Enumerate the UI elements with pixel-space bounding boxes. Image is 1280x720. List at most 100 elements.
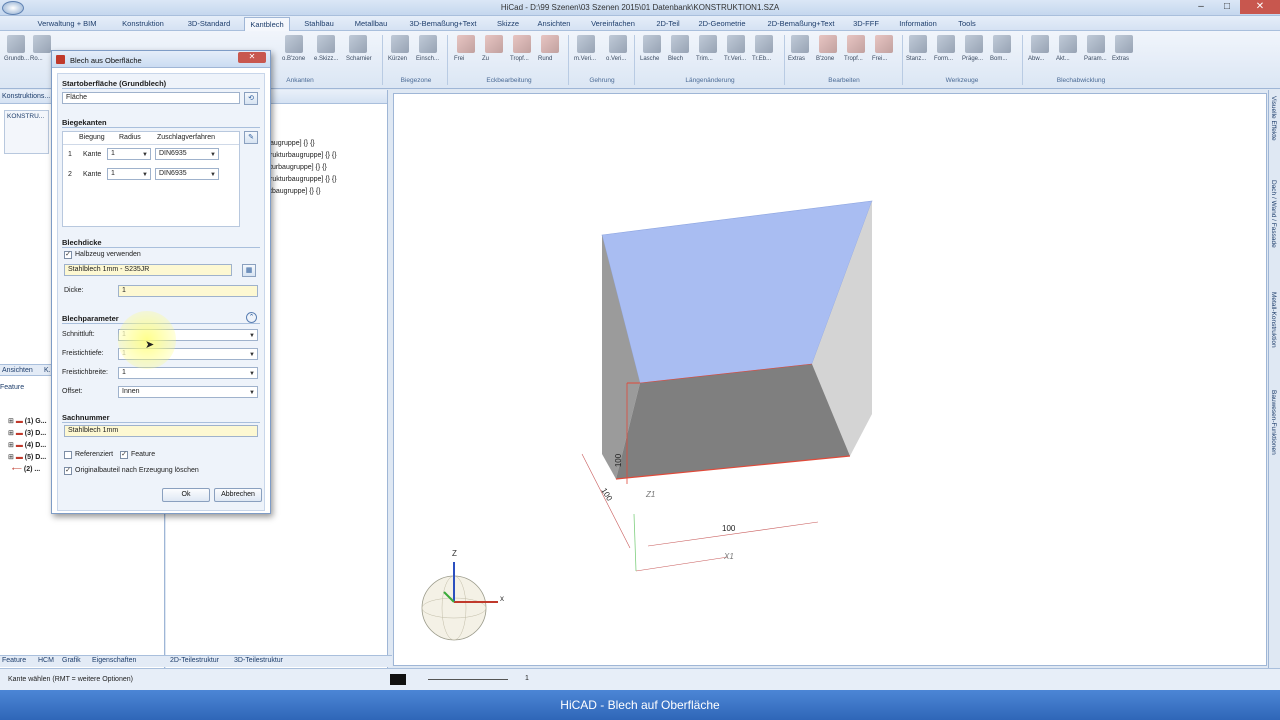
radius-dropdown[interactable]: 1 ▼ bbox=[107, 148, 151, 160]
tab-verwaltung[interactable]: Verwaltung + BIM bbox=[28, 17, 106, 31]
ribbon-button-eskizze[interactable]: e.Skizz... bbox=[314, 35, 338, 62]
tree-item[interactable]: ⊞ ▬ (4) D... bbox=[8, 441, 46, 449]
tab-stahlbau[interactable]: Stahlbau bbox=[296, 17, 342, 31]
line-style-preview[interactable] bbox=[428, 679, 508, 680]
tab-vereinfachen[interactable]: Vereinfachen bbox=[582, 17, 644, 31]
tab-information[interactable]: Information bbox=[890, 17, 946, 31]
offset-dropdown[interactable]: Innen ▼ bbox=[118, 386, 258, 398]
feature-checkbox[interactable]: ✓ bbox=[120, 451, 128, 459]
offset-label: Offset: bbox=[62, 388, 83, 395]
section-blechdicke: Blechdicke bbox=[62, 238, 102, 247]
tree-item[interactable]: ⊞ ▬ (5) D... bbox=[8, 453, 46, 461]
ribbon-button-obzone[interactable]: o.B'zone bbox=[282, 35, 306, 62]
ribbon-button-param[interactable]: Param... bbox=[1084, 35, 1108, 62]
ribbon-button-extras2[interactable]: Extras bbox=[1112, 35, 1136, 62]
tab-skizze[interactable]: Skizze bbox=[490, 17, 526, 31]
semi-finished-field[interactable]: Stahlblech 1mm - S235JR bbox=[64, 264, 232, 276]
konstruktion-tab[interactable]: KONSTRU... bbox=[4, 110, 49, 154]
ribbon-button-rund[interactable]: Rund bbox=[538, 35, 562, 62]
ok-button[interactable]: Ok bbox=[162, 488, 210, 502]
ribbon-button-form[interactable]: Form... bbox=[934, 35, 958, 62]
tab-metallbau[interactable]: Metallbau bbox=[346, 17, 396, 31]
ribbon-button-tropf2[interactable]: Tropf... bbox=[844, 35, 868, 62]
tab-ansichten-panel[interactable]: Ansichten bbox=[2, 367, 33, 374]
tab-2d-teilestruktur[interactable]: 2D-Teilestruktur bbox=[170, 657, 219, 664]
tree-item[interactable]: ⊞ ▬ (1) G... bbox=[8, 417, 47, 425]
tab-feature[interactable]: Feature bbox=[2, 657, 26, 664]
edit-bends-button[interactable]: ✎ bbox=[244, 131, 258, 144]
color-swatch[interactable] bbox=[390, 674, 406, 685]
ribbon-button-scharnier[interactable]: Scharnier bbox=[346, 35, 372, 62]
tab-metall-konstruktion[interactable]: Metall-Konstruktion bbox=[1270, 292, 1277, 348]
tab-3d-fff[interactable]: 3D-FFF bbox=[848, 17, 884, 31]
tab-eigenschaften[interactable]: Eigenschaften bbox=[92, 657, 136, 664]
halbzeug-checkbox[interactable]: ✓ bbox=[64, 251, 72, 259]
ribbon-button-akt[interactable]: Akt... bbox=[1056, 35, 1080, 62]
tab-3d-standard[interactable]: 3D-Standard bbox=[180, 17, 238, 31]
method-dropdown[interactable]: DIN6935 ▼ bbox=[155, 148, 219, 160]
section-divider bbox=[62, 127, 260, 128]
tab-3d-teilestruktur[interactable]: 3D-Teilestruktur bbox=[234, 657, 283, 664]
3d-viewport[interactable]: 100 100 100 Z1 X1 Z x bbox=[393, 93, 1267, 666]
catalog-button[interactable]: ▦ bbox=[242, 264, 256, 277]
tab-hcm[interactable]: HCM bbox=[38, 657, 54, 664]
dialog-close-button[interactable]: ✕ bbox=[238, 52, 266, 63]
ribbon-separator bbox=[382, 35, 383, 85]
ribbon-button-bom[interactable]: Bom... bbox=[990, 35, 1014, 62]
ribbon-button-trim[interactable]: Trim... bbox=[696, 35, 720, 62]
part-number-field[interactable]: Stahlblech 1mm bbox=[64, 425, 258, 437]
tab-kantblech[interactable]: Kantblech bbox=[244, 17, 290, 31]
ribbon-button-mveri[interactable]: m.Veri... bbox=[574, 35, 598, 62]
radius-dropdown[interactable]: 1 ▼ bbox=[107, 168, 151, 180]
structure-line[interactable]: turbaugruppe] {} {} bbox=[270, 164, 327, 171]
tab-tools[interactable]: Tools bbox=[952, 17, 982, 31]
pick-surface-button[interactable]: ⟲ bbox=[244, 92, 258, 105]
ribbon-button-praege[interactable]: Präge... bbox=[962, 35, 986, 62]
thickness-field[interactable]: 1 bbox=[118, 285, 258, 297]
tab-3d-bemassung[interactable]: 3D-Bemaßung+Text bbox=[402, 17, 484, 31]
method-dropdown[interactable]: DIN6935 ▼ bbox=[155, 168, 219, 180]
ribbon-button-grundblech[interactable]: Grundb... bbox=[4, 35, 29, 62]
ribbon-button-stanz[interactable]: Stanz... bbox=[906, 35, 930, 62]
dialog-title-bar[interactable]: Blech aus Oberfläche ✕ bbox=[52, 51, 270, 68]
referenziert-checkbox[interactable] bbox=[64, 451, 72, 459]
tab-2d-teil[interactable]: 2D-Teil bbox=[650, 17, 686, 31]
ribbon-button-einschneiden[interactable]: Einsch... bbox=[416, 35, 440, 62]
start-surface-field[interactable]: Fläche bbox=[62, 92, 240, 104]
tab-visuelle-effekte[interactable]: Visuelle Effekte bbox=[1270, 96, 1277, 141]
ribbon-button-trveri[interactable]: Tr.Veri... bbox=[724, 35, 748, 62]
ribbon-button-zu[interactable]: Zu bbox=[482, 35, 506, 62]
structure-line[interactable]: rukturbaugruppe] {} {} bbox=[270, 176, 337, 183]
cancel-button[interactable]: Abbrechen bbox=[214, 488, 262, 502]
ribbon-button-treb[interactable]: Tr.Eb... bbox=[752, 35, 776, 62]
minimize-button[interactable]: – bbox=[1188, 0, 1214, 14]
structure-line[interactable]: rukturbaugruppe] {} {} bbox=[270, 152, 337, 159]
structure-line[interactable]: augruppe] {} {} bbox=[270, 140, 315, 147]
maximize-button[interactable]: □ bbox=[1214, 0, 1240, 14]
structure-line[interactable]: tbaugruppe] {} {} bbox=[270, 188, 321, 195]
line-width-value[interactable]: 1 bbox=[525, 675, 529, 682]
ribbon-button-abw[interactable]: Abw... bbox=[1028, 35, 1052, 62]
freistichbreite-dropdown[interactable]: 1 ▼ bbox=[118, 367, 258, 379]
tree-item[interactable]: ⟵ (2) ... bbox=[8, 465, 40, 473]
tab-bauwesen-funktionen[interactable]: Bauwesen-Funktionen bbox=[1270, 390, 1277, 455]
tab-2d-geometrie[interactable]: 2D-Geometrie bbox=[692, 17, 752, 31]
tab-grafik[interactable]: Grafik bbox=[62, 657, 81, 664]
ribbon-button-kuerzen[interactable]: Kürzen bbox=[388, 35, 412, 62]
tab-dach-wand-fassade[interactable]: Dach / Wand / Fassade bbox=[1270, 180, 1277, 248]
close-button[interactable]: ✕ bbox=[1240, 0, 1280, 14]
ribbon-button-bzone[interactable]: B'zone bbox=[816, 35, 840, 62]
ribbon-button-frei[interactable]: Frei bbox=[454, 35, 478, 62]
ribbon-button-overi[interactable]: o.Veri... bbox=[606, 35, 630, 62]
tab-2d-bemassung[interactable]: 2D-Bemaßung+Text bbox=[758, 17, 844, 31]
ribbon-button-lasche[interactable]: Lasche bbox=[640, 35, 664, 62]
delete-original-checkbox[interactable]: ✓ bbox=[64, 467, 72, 475]
ribbon-button-blech[interactable]: Blech bbox=[668, 35, 692, 62]
tab-ansichten[interactable]: Ansichten bbox=[532, 17, 576, 31]
tab-konstruktion[interactable]: Konstruktion bbox=[110, 17, 176, 31]
ribbon-button-tropfen[interactable]: Tropf... bbox=[510, 35, 534, 62]
ribbon-button-frei2[interactable]: Frei... bbox=[872, 35, 896, 62]
ribbon-button-extras[interactable]: Extras bbox=[788, 35, 812, 62]
collapse-icon[interactable]: ⌃ bbox=[246, 312, 257, 323]
tree-item[interactable]: ⊞ ▬ (3) D... bbox=[8, 429, 46, 437]
